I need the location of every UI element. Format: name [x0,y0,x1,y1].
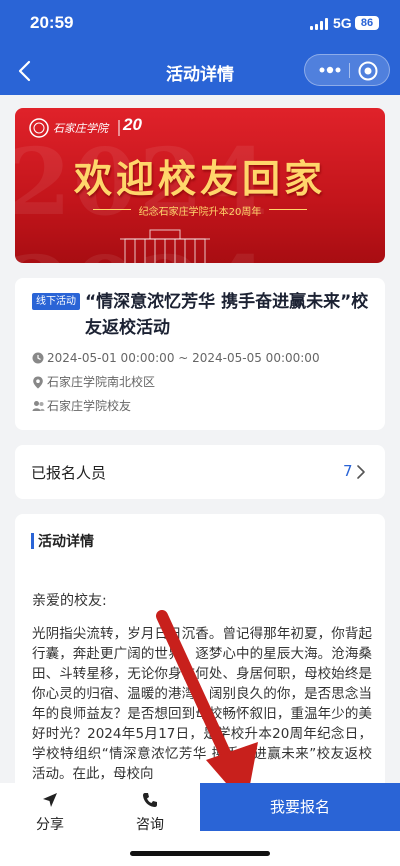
battery-icon: 86 [355,16,379,30]
details-section-title: 活动详情 [38,534,94,550]
activity-time: 2024-05-01 00:00:00 ~ 2024-05-05 00:00:0… [47,351,320,365]
chevron-right-icon [357,465,365,479]
registered-members-row[interactable]: 已报名人员 7 [15,445,385,499]
status-time: 20:59 [30,13,74,32]
activity-audience: 石家庄学院校友 [47,399,132,413]
share-label: 分享 [36,817,64,833]
section-accent-bar [31,533,34,549]
event-banner: 2024 2024 石家庄学院 20 欢迎校友回家 纪念石家庄学院升本20周年 [15,108,385,263]
activity-location: 石家庄学院南北校区 [47,375,156,389]
nav-bar: 活动详情 [0,48,400,95]
building-illustration [120,229,210,263]
banner-rule-right [269,209,307,210]
top-bar: 20:59 5G 86 活动详情 [0,0,400,95]
consult-label: 咨询 [136,817,164,833]
registered-label: 已报名人员 [31,464,107,482]
activity-info-card: 线下活动 “情深意浓忆芳华 携手奋进赢未来”校友返校活动 2024-05-01 … [15,278,385,430]
activity-details-card: 活动详情 亲爱的校友: 光阴指尖流转，岁月日日沉香。曾记得那年初夏，你背起行囊，… [15,514,385,814]
location-pin-icon [33,376,43,389]
consult-button[interactable]: 咨询 [100,783,200,833]
banner-org-name: 石家庄学院 [53,122,108,135]
activity-time-row: 2024-05-01 00:00:00 ~ 2024-05-05 00:00:0… [32,349,332,367]
share-icon [43,793,57,807]
capsule-divider [349,63,350,78]
details-greeting: 亲爱的校友: [32,593,107,609]
close-miniprogram-icon[interactable] [357,60,379,82]
banner-headline: 欢迎校友回家 [73,156,326,201]
network-label: 5G [333,15,352,31]
details-body: 光阴指尖流转，岁月日日沉香。曾记得那年初夏，你背起行囊，奔赴更广阔的世界，逐梦心… [32,626,372,782]
activity-title: “情深意浓忆芳华 携手奋进赢未来”校友返校活动 [85,292,369,338]
anniversary-badge: 20 [123,115,142,134]
phone-icon [143,793,157,807]
miniprogram-capsule [304,54,390,86]
banner-subtitle: 纪念石家庄学院升本20周年 [138,207,262,218]
home-indicator [130,851,270,856]
users-icon [32,401,45,411]
activity-type-tag: 线下活动 [32,293,80,310]
share-button[interactable]: 分享 [0,783,100,833]
signal-icon [310,18,330,30]
activity-location-row: 石家庄学院南北校区 [32,373,332,391]
signup-button[interactable]: 我要报名 [200,783,400,831]
more-menu-icon[interactable] [313,55,347,85]
status-bar: 20:59 5G 86 [0,0,400,48]
registered-count: 7 [343,462,353,480]
activity-audience-row: 石家庄学院校友 [32,397,332,415]
clock-icon [32,352,44,364]
